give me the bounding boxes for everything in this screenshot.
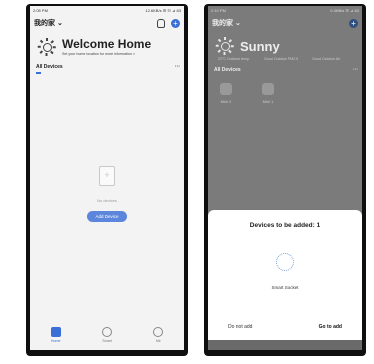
empty-state: No devices Add Device xyxy=(30,166,184,223)
home-screen: 2:05 PM 12.6KB/s ☰ ☷ ⊿ 83 我的家 ⌄ + Welcom… xyxy=(30,6,184,350)
phone-right: 2:10 PM 0.3KB/s ☰ ⊿ 83 我的家 ⌄ + Sunny 22°… xyxy=(204,4,366,356)
sheet-title: Devices to be added: 1 xyxy=(249,222,321,229)
home-icon xyxy=(50,327,61,337)
sun-icon xyxy=(216,37,234,55)
weather-title: Sunny xyxy=(240,38,280,54)
home-selector[interactable]: 我的家 ⌄ xyxy=(212,18,241,28)
mic-icon[interactable] xyxy=(157,18,165,28)
home-selector[interactable]: 我的家 ⌄ xyxy=(34,18,63,28)
device-label: Mini 1 xyxy=(262,99,274,104)
top-bar: 我的家 ⌄ + xyxy=(30,15,184,31)
plug-icon xyxy=(220,83,232,95)
home-screen-dimmed: 2:10 PM 0.3KB/s ☰ ⊿ 83 我的家 ⌄ + Sunny 22°… xyxy=(208,6,362,350)
weather-banner[interactable]: Welcome Home Set your home location for … xyxy=(30,31,184,58)
outdoor-temp: 22°C Outdoor temp. xyxy=(218,57,250,61)
outdoor-air: Good Outdoor Air xyxy=(312,57,341,61)
section-title[interactable]: All Devices xyxy=(36,64,63,70)
device-card[interactable]: Mini 2 xyxy=(220,83,232,104)
more-icon[interactable]: ··· xyxy=(353,67,358,73)
tab-bar: Home Smart Me xyxy=(30,320,184,350)
sheet-actions: Do not add Go to add xyxy=(208,324,362,330)
phone-left: 2:05 PM 12.6KB/s ☰ ☷ ⊿ 83 我的家 ⌄ + Welcom… xyxy=(26,4,188,356)
system-nav-bar[interactable] xyxy=(208,340,362,350)
empty-text: No devices xyxy=(97,198,117,203)
status-time: 2:10 PM xyxy=(211,8,226,13)
section-title[interactable]: All Devices xyxy=(214,67,241,73)
tab-me[interactable]: Me xyxy=(153,327,164,343)
profile-icon xyxy=(153,327,164,337)
add-icon[interactable]: + xyxy=(171,18,180,28)
status-time: 2:05 PM xyxy=(33,8,48,13)
outdoor-pm25: Good Outdoor PM2.5 xyxy=(264,57,299,61)
section-header: All Devices ··· xyxy=(208,61,362,75)
top-bar: 我的家 ⌄ + xyxy=(208,15,362,31)
set-location-link[interactable]: Set your home location for more informat… xyxy=(62,52,151,56)
top-actions: + xyxy=(157,18,180,28)
tab-underline xyxy=(36,72,41,74)
add-device-sheet: Devices to be added: 1 Smart Socket Do n… xyxy=(208,210,362,340)
more-icon[interactable]: ··· xyxy=(175,64,180,70)
plug-icon xyxy=(262,83,274,95)
weather-banner[interactable]: Sunny xyxy=(208,31,362,57)
device-label: Mini 2 xyxy=(220,99,232,104)
status-bar: 2:10 PM 0.3KB/s ☰ ⊿ 83 xyxy=(208,6,362,15)
device-card[interactable]: Mini 1 xyxy=(262,83,274,104)
tab-label: Me xyxy=(155,339,161,343)
tab-home[interactable]: Home xyxy=(50,327,61,343)
found-device-name: Smart Socket xyxy=(271,285,299,290)
loading-spinner-icon xyxy=(276,253,294,271)
do-not-add-button[interactable]: Do not add xyxy=(228,324,252,330)
sun-icon xyxy=(38,37,56,56)
tab-label: Smart xyxy=(102,339,112,343)
empty-doc-icon xyxy=(99,166,115,186)
add-icon[interactable]: + xyxy=(349,18,358,28)
smart-icon xyxy=(101,327,112,337)
add-device-button[interactable]: Add Device xyxy=(87,211,127,222)
tab-smart[interactable]: Smart xyxy=(101,327,112,343)
device-list: Mini 2 Mini 1 xyxy=(208,75,362,112)
go-to-add-button[interactable]: Go to add xyxy=(319,324,342,330)
status-indicators: 0.3KB/s ☰ ⊿ 83 xyxy=(330,8,359,13)
welcome-title: Welcome Home xyxy=(62,37,152,51)
status-bar: 2:05 PM 12.6KB/s ☰ ☷ ⊿ 83 xyxy=(30,6,184,15)
status-indicators: 12.6KB/s ☰ ☷ ⊿ 83 xyxy=(145,8,181,13)
section-header: All Devices ··· xyxy=(30,58,184,72)
weather-details: 22°C Outdoor temp. Good Outdoor PM2.5 Go… xyxy=(208,57,362,61)
tab-label: Home xyxy=(50,339,61,343)
